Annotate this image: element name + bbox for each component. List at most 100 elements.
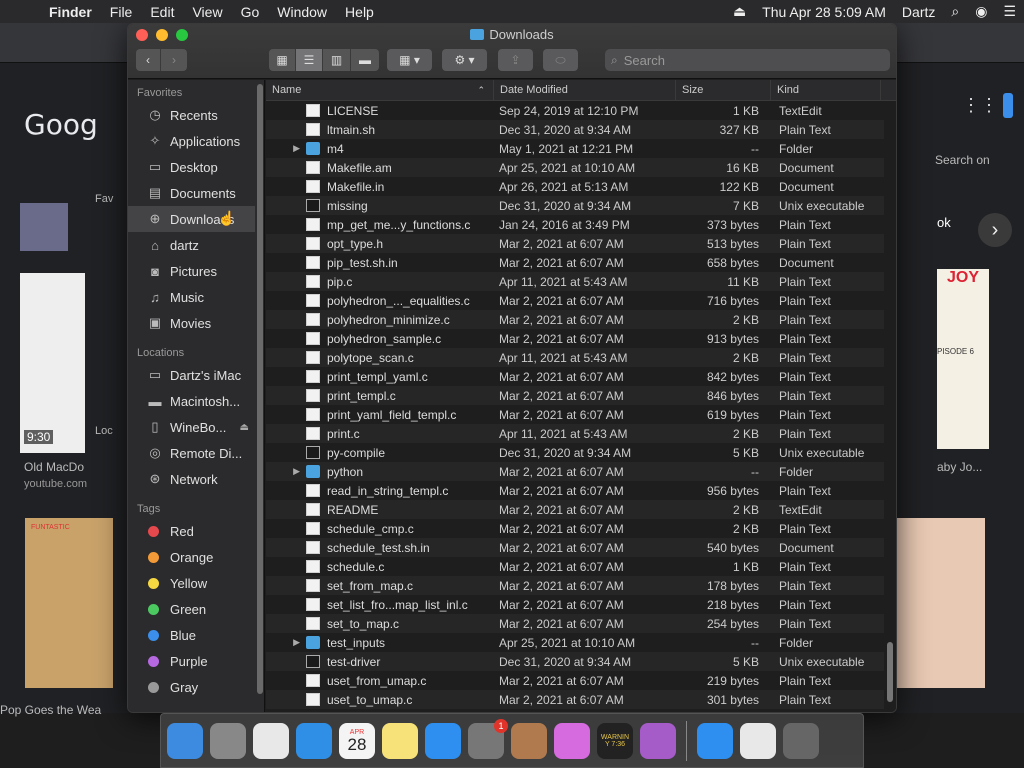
sidebar-tag-orange[interactable]: Orange: [128, 544, 255, 570]
spotlight-icon[interactable]: ⌕: [943, 3, 967, 20]
list-view-button[interactable]: ☰: [296, 49, 323, 71]
siri-icon[interactable]: ◉: [967, 3, 995, 20]
user-name[interactable]: Dartz: [894, 4, 943, 20]
file-row[interactable]: print.c Apr 11, 2021 at 5:43 AM 2 KB Plain …: [266, 424, 896, 443]
menu-go[interactable]: Go: [232, 4, 269, 20]
disclosure-triangle-icon[interactable]: ▶: [266, 637, 306, 648]
file-row[interactable]: schedule.c Mar 2, 2021 at 6:07 AM 1 KB Plai…: [266, 557, 896, 576]
eject-icon[interactable]: ⏏: [240, 422, 249, 433]
column-header-kind[interactable]: Kind: [771, 80, 881, 100]
file-row[interactable]: uset_to_umap.c Mar 2, 2021 at 6:07 AM 301 …: [266, 690, 896, 709]
file-row[interactable]: README Mar 2, 2021 at 6:07 AM 2 KB TextEdit: [266, 500, 896, 519]
gallery-view-button[interactable]: ▬: [351, 49, 379, 71]
sidebar-item-dartz[interactable]: ⌂ dartz: [128, 232, 255, 258]
archive-utility-icon[interactable]: [511, 722, 547, 759]
file-row[interactable]: set_list_fro...map_list_inl.c Mar 2, 2021…: [266, 595, 896, 614]
console-icon[interactable]: WARNIN Y 7:36: [597, 722, 633, 759]
file-row[interactable]: opt_type.h Mar 2, 2021 at 6:07 AM 513 byte…: [266, 234, 896, 253]
sidebar-tag-gray[interactable]: Gray: [128, 674, 255, 700]
clock[interactable]: Thu Apr 28 5:09 AM: [754, 4, 894, 20]
file-row[interactable]: polyhedron_minimize.c Mar 2, 2021 at 6:07…: [266, 310, 896, 329]
file-row[interactable]: mp_get_me...y_functions.c Jan 24, 2016 at…: [266, 215, 896, 234]
finder-icon[interactable]: [167, 722, 203, 759]
sidebar-item-pictures[interactable]: ◙ Pictures: [128, 258, 255, 284]
thumbnail[interactable]: [20, 203, 68, 251]
column-header-size[interactable]: Size: [676, 80, 771, 100]
video-title[interactable]: aby Jo...: [937, 460, 982, 474]
file-row[interactable]: print_templ_yaml.c Mar 2, 2021 at 6:07 AM…: [266, 367, 896, 386]
sidebar-item-macintosh-hd[interactable]: ▬ Macintosh...: [128, 388, 255, 414]
menu-window[interactable]: Window: [268, 4, 336, 20]
action-button[interactable]: ⚙ ▾: [442, 49, 487, 71]
file-row[interactable]: missing Dec 31, 2020 at 9:34 AM 7 KB Unix e…: [266, 196, 896, 215]
menu-file[interactable]: File: [101, 4, 142, 20]
file-row[interactable]: read_in_string_templ.c Mar 2, 2021 at 6:0…: [266, 481, 896, 500]
menu-view[interactable]: View: [183, 4, 231, 20]
file-row[interactable]: schedule_test.sh.in Mar 2, 2021 at 6:07 A…: [266, 538, 896, 557]
column-view-button[interactable]: ▥: [323, 49, 351, 71]
sidebar-tag-purple[interactable]: Purple: [128, 648, 255, 674]
file-row[interactable]: LICENSE Sep 24, 2019 at 12:10 PM 1 KB TextE…: [266, 101, 896, 120]
sidebar-item-applications[interactable]: ✧ Applications: [128, 128, 255, 154]
file-row[interactable]: ▶ python Mar 2, 2021 at 6:07 AM -- Folder: [266, 462, 896, 481]
list-scrollbar[interactable]: [884, 101, 896, 712]
menu-edit[interactable]: Edit: [141, 4, 183, 20]
potion-icon[interactable]: [640, 722, 676, 759]
disclosure-triangle-icon[interactable]: ▶: [266, 466, 306, 477]
file-row[interactable]: uset_from_umap.c Mar 2, 2021 at 6:07 AM 21…: [266, 671, 896, 690]
video-title[interactable]: Old MacDo: [24, 460, 84, 474]
video-thumbnail[interactable]: [20, 273, 85, 453]
search-on-label[interactable]: Search on: [935, 153, 990, 167]
file-row[interactable]: py-compile Dec 31, 2020 at 9:34 AM 5 KB Uni…: [266, 443, 896, 462]
sidebar-item-recents[interactable]: ◷ Recents: [128, 102, 255, 128]
file-row[interactable]: pip.c Apr 11, 2021 at 5:43 AM 11 KB Plain T…: [266, 272, 896, 291]
column-header-name[interactable]: Name ⌃: [266, 80, 494, 100]
disclosure-triangle-icon[interactable]: ▶: [266, 143, 306, 154]
trash-icon[interactable]: [783, 722, 819, 759]
launchpad-icon[interactable]: [210, 722, 246, 759]
safari-icon[interactable]: [296, 722, 332, 759]
file-row[interactable]: set_from_map.c Mar 2, 2021 at 6:07 AM 178 …: [266, 576, 896, 595]
video-caption[interactable]: Pop Goes the Wea: [0, 703, 101, 717]
sidebar-tag-yellow[interactable]: Yellow: [128, 570, 255, 596]
file-row[interactable]: polyhedron_sample.c Mar 2, 2021 at 6:07 A…: [266, 329, 896, 348]
scrollbar-thumb[interactable]: [257, 84, 263, 694]
column-header-date[interactable]: Date Modified: [494, 80, 676, 100]
notification-center-icon[interactable]: ☰: [995, 3, 1024, 20]
sidebar-item-downloads[interactable]: ⊕ Downloads: [128, 206, 255, 232]
eject-icon[interactable]: ⏏: [725, 3, 754, 20]
video-thumbnail[interactable]: JOY PISODE 6: [937, 269, 989, 449]
sidebar-item-network[interactable]: ⊛ Network: [128, 466, 255, 492]
tags-button[interactable]: ⬭: [543, 49, 578, 71]
app-menu[interactable]: Finder: [40, 4, 101, 20]
file-row[interactable]: ltmain.sh Dec 31, 2020 at 9:34 AM 327 KB Pl…: [266, 120, 896, 139]
document-icon[interactable]: [740, 722, 776, 759]
sidebar-tag-red[interactable]: Red: [128, 518, 255, 544]
file-row[interactable]: Makefile.in Apr 26, 2021 at 5:13 AM 122 KB…: [266, 177, 896, 196]
file-row[interactable]: schedule_cmp.c Mar 2, 2021 at 6:07 AM 2 KB…: [266, 519, 896, 538]
appstore-downloads-icon[interactable]: [697, 722, 733, 759]
file-row[interactable]: polytope_scan.c Apr 11, 2021 at 5:43 AM 2 …: [266, 348, 896, 367]
colorsync-icon[interactable]: [554, 722, 590, 759]
file-row[interactable]: print_templ.c Mar 2, 2021 at 6:07 AM 846 b…: [266, 386, 896, 405]
sidebar-item-documents[interactable]: ▤ Documents: [128, 180, 255, 206]
file-row[interactable]: Makefile.am Apr 25, 2021 at 10:10 AM 16 KB…: [266, 158, 896, 177]
sidebar-tag-blue[interactable]: Blue: [128, 622, 255, 648]
sidebar-item-imac[interactable]: ▭ Dartz's iMac: [128, 362, 255, 388]
file-row[interactable]: set_to_map.c Mar 2, 2021 at 6:07 AM 254 by…: [266, 614, 896, 633]
system-preferences-icon[interactable]: 1: [468, 718, 508, 759]
icon-view-button[interactable]: ▦: [269, 49, 296, 71]
appstore-icon[interactable]: [425, 722, 461, 759]
sidebar-item-desktop[interactable]: ▭ Desktop: [128, 154, 255, 180]
video-thumbnail[interactable]: FUNTASTIC: [25, 518, 113, 688]
file-row[interactable]: pip_test.sh.in Mar 2, 2021 at 6:07 AM 658 …: [266, 253, 896, 272]
forward-button[interactable]: ›: [161, 49, 187, 71]
sidebar-tag-green[interactable]: Green: [128, 596, 255, 622]
sidebar-item-music[interactable]: ♫ Music: [128, 284, 255, 310]
share-button[interactable]: ⇪: [498, 49, 533, 71]
back-button[interactable]: ‹: [136, 49, 161, 71]
group-button[interactable]: ▦ ▾: [387, 49, 432, 71]
file-row[interactable]: polyhedron_..._equalities.c Mar 2, 2021 a…: [266, 291, 896, 310]
calendar-icon[interactable]: APR 28: [339, 722, 375, 759]
file-row[interactable]: print_yaml_field_templ.c Mar 2, 2021 at 6…: [266, 405, 896, 424]
